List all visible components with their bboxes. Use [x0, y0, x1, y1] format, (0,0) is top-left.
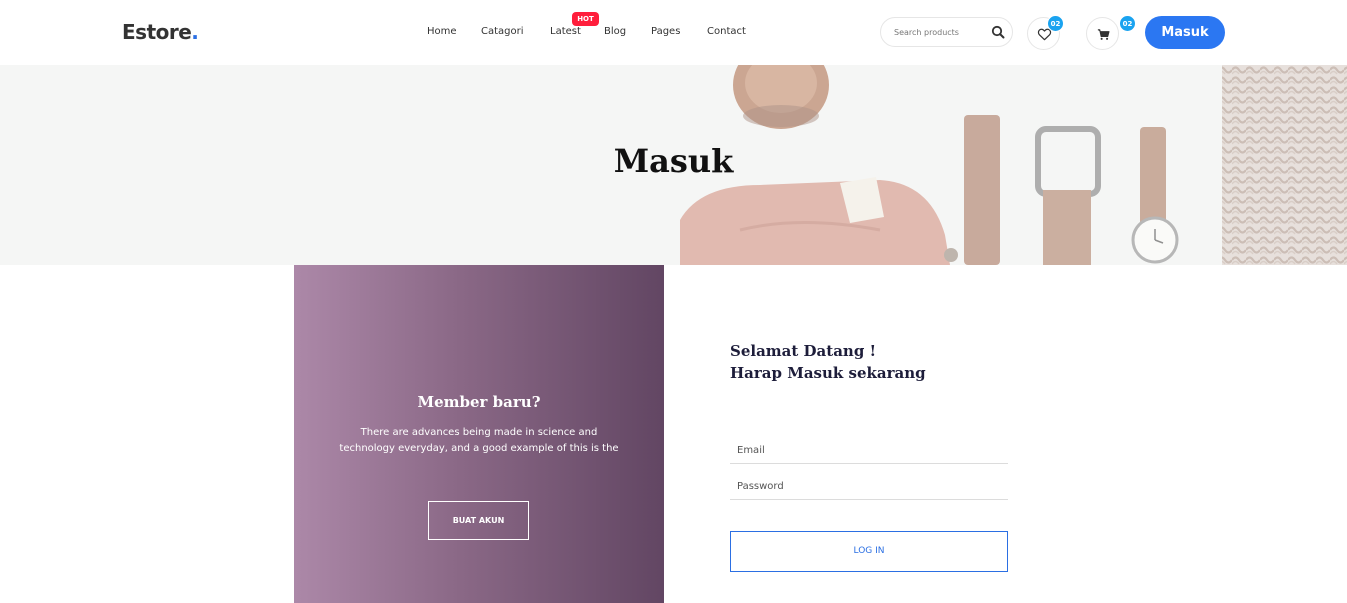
wishlist-count-badge: 02 — [1047, 15, 1064, 32]
new-member-description: There are advances being made in science… — [339, 427, 619, 454]
nav-blog[interactable]: Blog — [604, 26, 626, 37]
site-header: Estore. Home Catagori Latest Blog Pages … — [0, 0, 1347, 65]
hot-badge: HOT — [572, 12, 599, 26]
logo-text: Estore — [122, 20, 192, 44]
new-member-title: Member baru? — [417, 393, 541, 411]
search-icon[interactable] — [991, 25, 1005, 39]
nav-home[interactable]: Home — [427, 26, 457, 37]
hero-banner: Masuk — [0, 65, 1347, 265]
cart-count-badge: 02 — [1119, 15, 1136, 32]
page-title: Masuk — [613, 142, 734, 180]
cart-icon — [1097, 29, 1110, 40]
login-submit-button[interactable]: LOG IN — [730, 531, 1008, 572]
email-field[interactable] — [730, 437, 1008, 464]
logo-dot: . — [191, 20, 199, 44]
logo[interactable]: Estore. — [122, 20, 199, 44]
password-field[interactable] — [730, 473, 1008, 500]
search-box — [880, 17, 1013, 47]
nav-contact[interactable]: Contact — [707, 26, 746, 37]
new-member-panel: Member baru? There are advances being ma… — [294, 265, 664, 603]
cart-button[interactable] — [1086, 17, 1119, 50]
create-account-button[interactable]: BUAT AKUN — [428, 501, 529, 540]
search-input[interactable] — [894, 24, 989, 41]
nav-pages[interactable]: Pages — [651, 26, 680, 37]
nav-latest[interactable]: Latest — [550, 26, 581, 37]
welcome-heading: Selamat Datang ! Harap Masuk sekarang — [730, 340, 926, 384]
welcome-line-2: Harap Masuk sekarang — [730, 364, 926, 382]
login-nav-button[interactable]: Masuk — [1145, 16, 1225, 49]
welcome-line-1: Selamat Datang ! — [730, 342, 877, 360]
nav-catagori[interactable]: Catagori — [481, 26, 524, 37]
